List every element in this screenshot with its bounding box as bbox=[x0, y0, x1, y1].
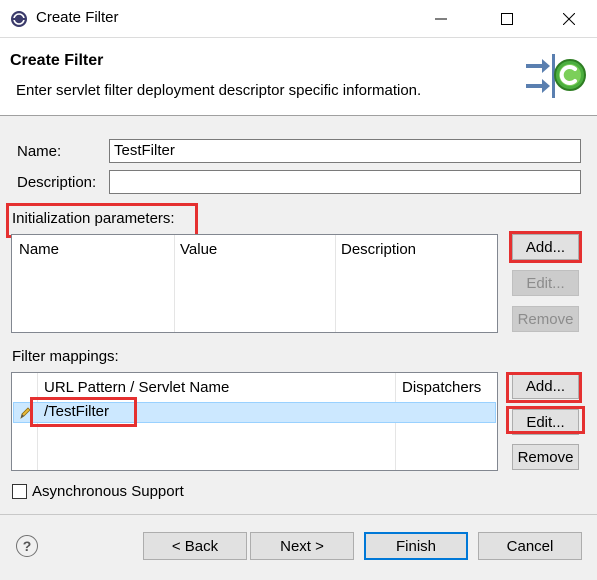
name-label: Name: bbox=[17, 143, 62, 160]
maximize-button[interactable] bbox=[485, 0, 529, 38]
finish-button[interactable]: Finish bbox=[364, 532, 468, 560]
filter-mappings-remove-button[interactable]: Remove bbox=[512, 444, 579, 470]
back-button[interactable]: < Back bbox=[143, 532, 247, 560]
filter-mappings-edit-highlight bbox=[506, 406, 585, 434]
filter-mappings-label: Filter mappings: bbox=[12, 348, 119, 365]
column-header-dispatchers[interactable]: Dispatchers bbox=[402, 379, 481, 396]
async-support-checkbox[interactable] bbox=[12, 484, 27, 499]
init-params-add-highlight bbox=[509, 231, 582, 263]
close-icon bbox=[563, 13, 575, 25]
column-separator bbox=[174, 235, 175, 332]
column-header-description[interactable]: Description bbox=[341, 241, 416, 258]
init-params-remove-button[interactable]: Remove bbox=[512, 306, 579, 332]
page-description: Enter servlet filter deployment descript… bbox=[16, 82, 422, 99]
description-field[interactable] bbox=[109, 170, 581, 194]
minimize-button[interactable] bbox=[419, 0, 463, 38]
column-header-value[interactable]: Value bbox=[180, 241, 217, 258]
column-header-url-pattern[interactable]: URL Pattern / Servlet Name bbox=[44, 379, 229, 396]
help-icon[interactable]: ? bbox=[16, 535, 38, 557]
filter-mappings-add-highlight bbox=[506, 372, 582, 403]
cancel-button[interactable]: Cancel bbox=[478, 532, 582, 560]
footer-divider bbox=[0, 514, 597, 515]
column-separator bbox=[335, 235, 336, 332]
init-params-edit-button[interactable]: Edit... bbox=[512, 270, 579, 296]
init-params-label-highlight bbox=[6, 203, 198, 238]
url-pattern-highlight bbox=[30, 397, 137, 427]
page-title: Create Filter bbox=[10, 52, 104, 69]
window-title: Create Filter bbox=[36, 9, 119, 26]
async-support-label: Asynchronous Support bbox=[32, 483, 184, 500]
wizard-header bbox=[0, 38, 597, 116]
minimize-icon bbox=[435, 18, 447, 20]
close-button[interactable] bbox=[547, 0, 591, 38]
filter-wizard-icon bbox=[526, 54, 586, 98]
name-field[interactable]: TestFilter bbox=[109, 139, 581, 163]
maximize-icon bbox=[501, 13, 513, 25]
eclipse-app-icon bbox=[11, 11, 27, 27]
column-header-name[interactable]: Name bbox=[19, 241, 59, 258]
next-button[interactable]: Next > bbox=[250, 532, 354, 560]
description-label: Description: bbox=[17, 174, 97, 191]
init-params-table[interactable]: Name Value Description bbox=[11, 234, 498, 333]
